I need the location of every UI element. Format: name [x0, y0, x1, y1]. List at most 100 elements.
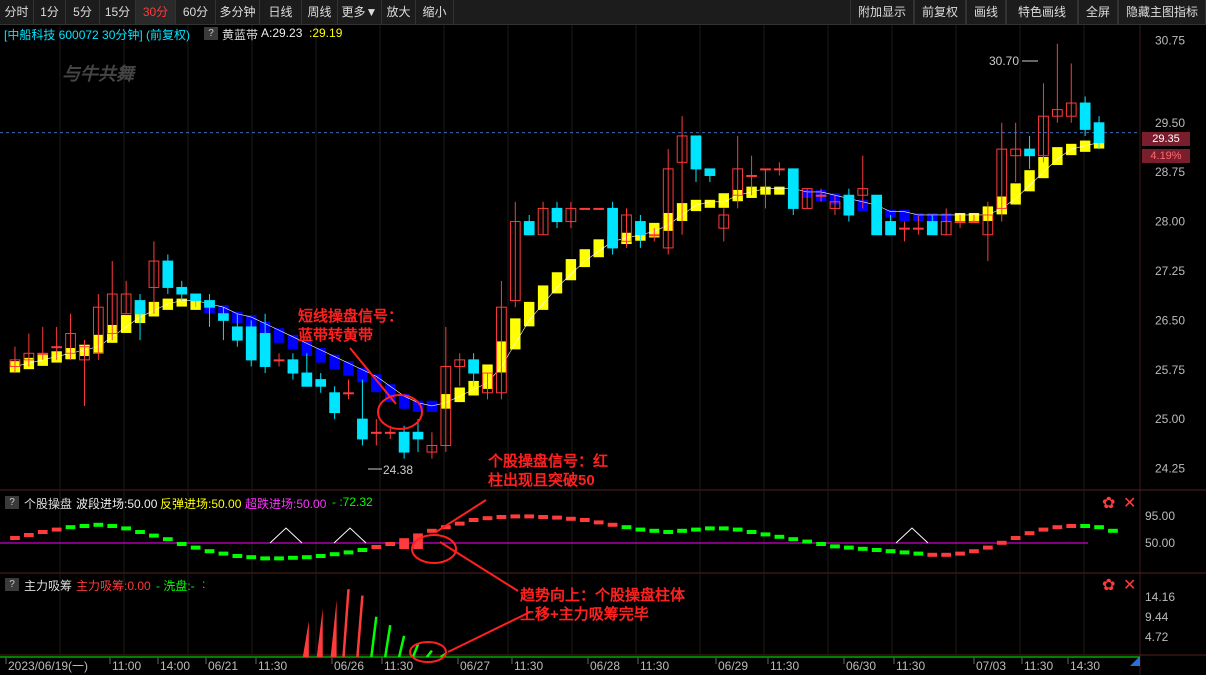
time-axis-label: 2023/06/19(一): [8, 659, 88, 673]
time-axis-label: 11:30: [640, 659, 669, 673]
toolbar-button-4[interactable]: 30分: [136, 0, 176, 24]
sub2-value-1: 主力吸筹:0.00: [76, 579, 151, 593]
sub1-mark: [593, 520, 604, 525]
time-axis-label: 14:30: [1070, 659, 1100, 673]
candle-body: [885, 221, 896, 236]
gear-icon[interactable]: ✿: [1102, 575, 1115, 595]
sub1-triangle: [269, 527, 303, 544]
sub1-mark: [301, 555, 312, 560]
band-segment: [523, 301, 535, 327]
candle-body: [899, 227, 910, 230]
sub1-mark: [552, 515, 562, 520]
candle-body: [913, 227, 924, 230]
help-button[interactable]: ?: [204, 27, 218, 40]
sub1-mark: [788, 537, 799, 542]
toolbar-right-button-0[interactable]: 附加显示: [850, 0, 914, 24]
price-axis-label: 28.75: [1155, 165, 1185, 179]
sub1-mark: [51, 527, 62, 532]
candle-body: [370, 431, 382, 434]
sub1-mark: [844, 545, 854, 550]
time-axis-label: 11:30: [514, 659, 543, 673]
help-button-sub1[interactable]: ?: [5, 496, 19, 509]
sub2-value-2: - 洗盘:-: [156, 579, 195, 593]
candle-body: [579, 207, 591, 210]
candle-body: [1079, 102, 1091, 130]
candle-body: [607, 207, 618, 249]
toolbar-right-button-5[interactable]: 隐藏主图指标: [1118, 0, 1206, 24]
sub1-mark: [23, 533, 34, 537]
toolbar-button-7[interactable]: 日线: [260, 0, 302, 24]
sub1-mark: [969, 549, 979, 554]
toolbar-button-9[interactable]: 更多▼: [338, 0, 382, 24]
toolbar-right-button-2[interactable]: 画线: [966, 0, 1006, 24]
candle-body: [315, 379, 327, 387]
sub1-mark: [649, 528, 660, 533]
time-axis-label: 11:30: [896, 659, 925, 673]
price-axis-label: 25.00: [1155, 412, 1185, 426]
sub1-mark: [482, 516, 493, 521]
sub1-mark: [1094, 525, 1104, 530]
toolbar-right-button-4[interactable]: 全屏: [1078, 0, 1118, 24]
sub1-mark: [635, 527, 646, 532]
toolbar-button-0[interactable]: 分时: [0, 0, 34, 24]
sub2-bar: [356, 595, 364, 658]
indicator-value-a: A:29.23: [261, 26, 303, 40]
band-segment: [565, 259, 577, 281]
sub1-mark: [566, 516, 576, 521]
candle-body: [398, 431, 410, 453]
sub1-mark: [204, 549, 215, 554]
sub1-triangle: [333, 527, 367, 544]
candle-body: [384, 431, 396, 434]
candle-body: [162, 260, 174, 288]
gear-icon[interactable]: ✿: [1102, 493, 1115, 513]
sub1-mark: [343, 550, 354, 555]
sub1-mark: [190, 545, 201, 550]
sub2-bar: [342, 589, 350, 658]
sub1-mark: [1038, 527, 1049, 532]
help-button-sub2[interactable]: ?: [5, 578, 19, 591]
sub1-mark: [37, 530, 48, 534]
time-axis-label: 11:00: [112, 659, 141, 673]
sub1-mark: [1066, 524, 1077, 528]
toolbar-button-1[interactable]: 1分: [34, 0, 66, 24]
sub1-mark: [288, 555, 298, 560]
sub1-mark: [1024, 531, 1035, 536]
annotation-short-signal: 短线操盘信号： 蓝带转黄带: [298, 307, 403, 345]
sub1-mark: [996, 540, 1007, 545]
time-axis-label: 11:30: [1024, 659, 1053, 673]
stock-label: [中船科技 600072 30分钟] (前复权): [4, 28, 191, 42]
annotation-trend-up: 趋势向上：个股操盘柱体 上移+主力吸筹完毕: [520, 586, 685, 624]
candle-body: [301, 372, 313, 387]
toolbar-button-6[interactable]: 多分钟: [216, 0, 260, 24]
price-axis-label: 28.00: [1155, 215, 1185, 229]
annotation-line: 蓝带转黄带: [298, 327, 374, 344]
sub1-mark: [427, 528, 437, 533]
sub1-mark: [149, 533, 159, 538]
toolbar-button-8[interactable]: 周线: [302, 0, 338, 24]
toolbar-button-11[interactable]: 缩小: [416, 0, 454, 24]
sub1-name: 个股操盘: [24, 497, 73, 511]
toolbar-button-2[interactable]: 5分: [66, 0, 100, 24]
sub1-mark: [871, 548, 882, 552]
close-icon[interactable]: ✕: [1123, 575, 1136, 595]
time-axis-label: 06/27: [460, 659, 490, 673]
toolbar-right-button-3[interactable]: 特色画线: [1006, 0, 1078, 24]
candle-body: [218, 313, 229, 321]
toolbar-right-button-1[interactable]: 前复权: [914, 0, 966, 24]
toolbar-button-3[interactable]: 15分: [100, 0, 136, 24]
band-segment: [551, 272, 563, 294]
candle-body: [843, 194, 855, 216]
close-icon[interactable]: ✕: [1123, 493, 1136, 513]
candle-body: [190, 293, 201, 302]
candle-body: [287, 359, 299, 374]
toolbar-button-5[interactable]: 60分: [176, 0, 216, 24]
toolbar-button-10[interactable]: 放大: [382, 0, 416, 24]
candle-body: [954, 221, 966, 224]
sub1-mark: [385, 542, 396, 546]
candle-body: [329, 392, 340, 414]
sub1-mark: [705, 526, 715, 531]
sub1-mark: [677, 528, 687, 533]
sub1-mark: [941, 552, 952, 557]
sub1-value-3: 超跌进场:50.00: [245, 497, 327, 511]
sub1-mark: [218, 551, 229, 556]
